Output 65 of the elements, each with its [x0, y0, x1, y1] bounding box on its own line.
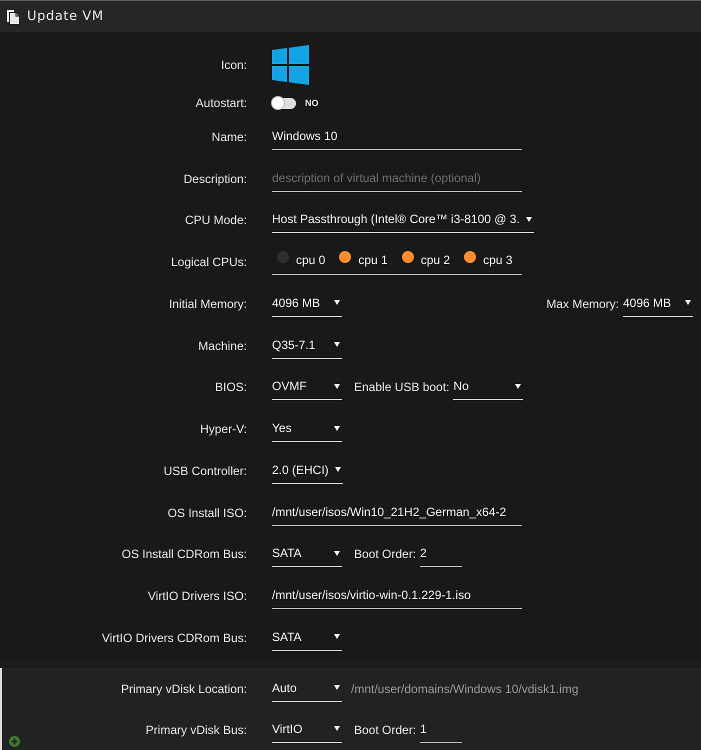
checkbox-label[interactable]: cpu 0 — [296, 252, 326, 268]
field-label: BIOS: — [214, 380, 247, 394]
caret-icon — [685, 300, 691, 306]
field-label: Primary vDisk Location: — [120, 682, 247, 696]
text-field[interactable]: /mnt/user/isos/virtio-win-0.1.229-1.iso — [272, 583, 522, 610]
checkbox-label[interactable]: cpu 1 — [358, 252, 388, 268]
checkbox-icon[interactable] — [464, 250, 476, 263]
field-label: VirtIO Drivers CDRom Bus: — [100, 630, 247, 645]
dropdown[interactable]: 4096 MB — [623, 290, 693, 317]
checkbox-label[interactable]: cpu 2 — [420, 252, 450, 268]
dropdown[interactable]: Yes — [272, 416, 342, 442]
switch-state-text: NO — [305, 98, 318, 108]
dropdown[interactable]: No — [453, 374, 524, 400]
caret-icon — [334, 384, 340, 389]
checkbox-label[interactable]: cpu 3 — [483, 252, 512, 268]
dropdown[interactable]: OVMF — [272, 374, 342, 400]
dropdown[interactable]: Auto — [272, 676, 342, 702]
dropdown[interactable]: SATA — [272, 624, 342, 651]
field-label: Initial Memory: — [168, 296, 247, 311]
field-label: Name: — [210, 130, 247, 144]
caret-icon — [334, 685, 340, 690]
field-label: Hyper-V: — [199, 422, 247, 436]
caret-icon — [334, 550, 340, 556]
number-field[interactable]: 2 — [420, 541, 462, 568]
path-text: /mnt/user/domains/Windows 10/vdisk1.img — [351, 682, 578, 696]
window-panes-icon[interactable] — [272, 44, 310, 86]
autostart-switch[interactable] — [272, 98, 296, 108]
dropdown[interactable]: 4096 MB — [272, 290, 342, 317]
window-title: Update VM — [27, 9, 104, 24]
text-field[interactable]: /mnt/user/isos/Win10_21H2_German_x64-2 — [272, 500, 522, 526]
field-label: Enable USB boot: — [354, 380, 450, 394]
number-field[interactable]: 1 — [420, 716, 462, 743]
field-label: CPU Mode: — [184, 213, 247, 228]
field-label: Machine: — [197, 338, 247, 353]
caret-icon — [515, 384, 522, 389]
field-label: Icon: — [220, 58, 247, 72]
field-label: Max Memory: — [546, 296, 619, 311]
field-label: Logical CPUs: — [170, 255, 247, 270]
field-label: OS Install ISO: — [166, 506, 247, 520]
checkbox-icon[interactable] — [339, 250, 352, 263]
dropdown[interactable]: Host Passthrough (Intel® Core™ i3-8100 @ 3. — [272, 207, 534, 234]
dropdown[interactable]: Q35-7.1 — [272, 332, 342, 359]
field-label: Boot Order: — [354, 547, 416, 562]
dropdown[interactable]: SATA — [272, 541, 342, 568]
caret-icon — [334, 726, 340, 732]
caret-icon — [334, 634, 340, 640]
field-label: USB Controller: — [162, 464, 247, 478]
caret-icon — [526, 216, 532, 222]
field-label: Autostart: — [194, 96, 247, 110]
document-icon — [6, 8, 20, 24]
field-label: Description: — [182, 172, 247, 186]
dropdown[interactable]: VirtIO — [272, 716, 342, 743]
field-label: Boot Order: — [354, 722, 416, 737]
caret-icon — [334, 300, 340, 306]
caret-icon — [334, 467, 341, 472]
field-label: OS Install CDRom Bus: — [120, 547, 247, 562]
checkbox-icon[interactable] — [402, 250, 414, 263]
text-field[interactable]: Windows 10 — [272, 124, 522, 150]
field-label: VirtIO Drivers ISO: — [146, 589, 247, 604]
caret-icon — [334, 426, 340, 431]
dropdown[interactable]: 2.0 (EHCI) — [272, 458, 343, 484]
plus-icon[interactable] — [9, 736, 20, 747]
caret-icon — [334, 342, 340, 348]
field-label: Primary vDisk Bus: — [144, 722, 247, 737]
text-field[interactable]: description of virtual machine (optional) — [272, 166, 522, 192]
